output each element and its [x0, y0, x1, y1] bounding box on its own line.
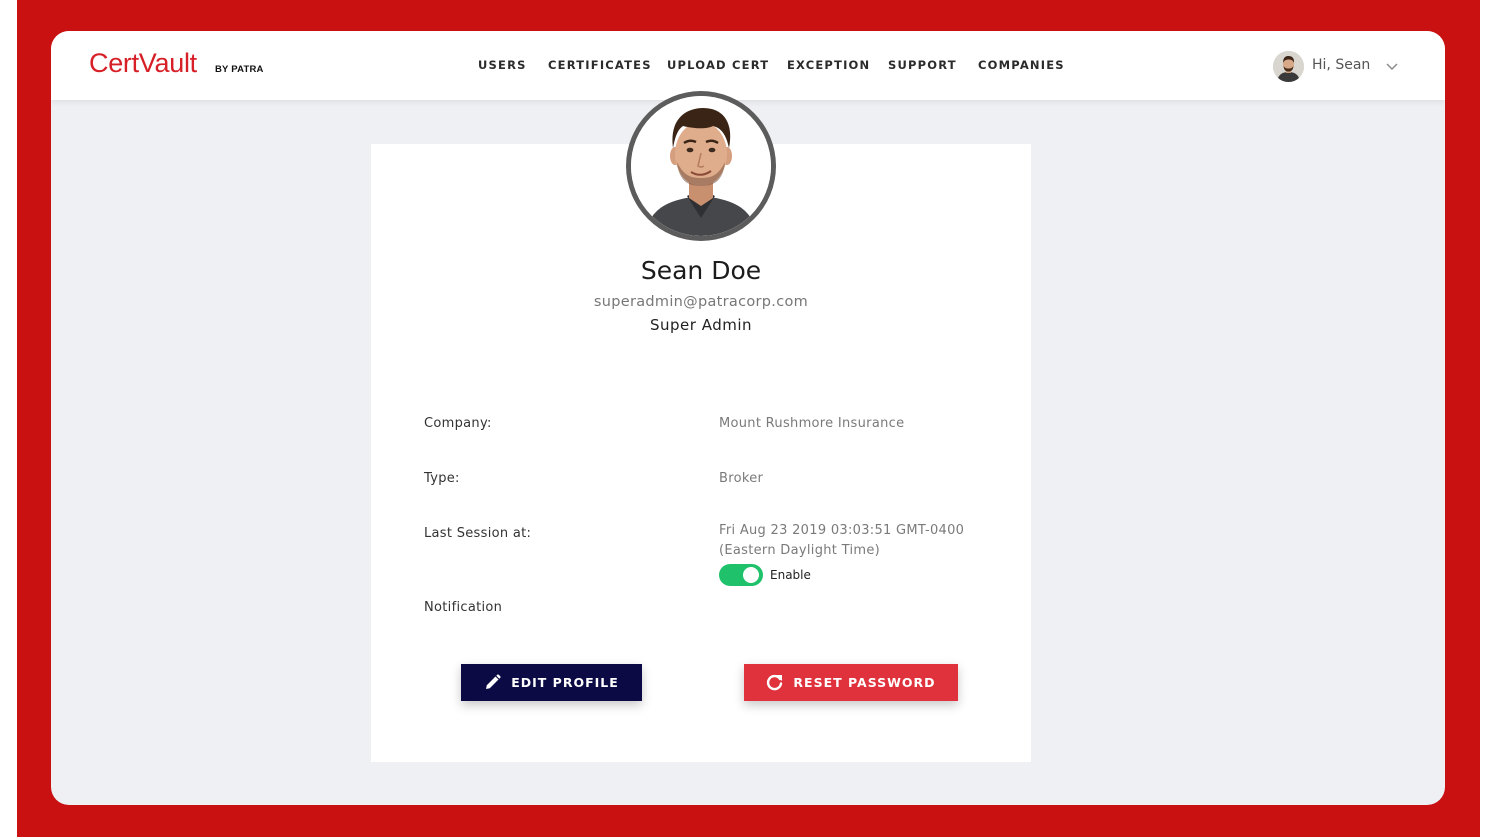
nav-companies[interactable]: COMPANIES: [978, 58, 1065, 72]
brand-byline: BY PATRA: [215, 64, 264, 75]
refresh-icon: [767, 674, 783, 691]
company-value: Mount Rushmore Insurance: [719, 416, 905, 431]
nav-upload-cert[interactable]: UPLOAD CERT: [667, 58, 769, 72]
type-label: Type:: [424, 471, 460, 486]
nav-support[interactable]: SUPPORT: [888, 58, 957, 72]
chevron-down-icon[interactable]: [1385, 59, 1399, 73]
nav-certificates[interactable]: CERTIFICATES: [548, 58, 652, 72]
last-session-value-line1: Fri Aug 23 2019 03:03:51 GMT-0400: [719, 523, 965, 538]
edit-profile-button[interactable]: EDIT PROFILE: [461, 664, 642, 701]
toggle-knob: [743, 567, 759, 583]
profile-name: Sean Doe: [640, 256, 762, 285]
profile-photo: [626, 91, 776, 241]
profile-email: superadmin@patracorp.com: [593, 294, 809, 310]
user-greeting: Hi, Sean: [1312, 57, 1371, 73]
type-value: Broker: [719, 471, 764, 486]
last-session-value-line2: (Eastern Daylight Time): [719, 543, 881, 558]
notification-toggle-label: Enable: [770, 568, 811, 582]
nav-users[interactable]: USERS: [478, 58, 527, 72]
notification-toggle[interactable]: [719, 564, 763, 586]
nav-exception[interactable]: EXCEPTION: [787, 58, 870, 72]
company-label: Company:: [424, 416, 492, 431]
top-navbar: CertVault BY PATRA USERS CERTIFICATES UP…: [51, 31, 1445, 100]
reset-password-label: RESET PASSWORD: [793, 675, 936, 690]
profile-role: Super Admin: [649, 316, 753, 334]
pencil-icon: [486, 674, 501, 689]
notification-label: Notification: [424, 600, 503, 615]
last-session-label: Last Session at:: [424, 526, 532, 541]
brand-logo[interactable]: CertVault: [89, 48, 197, 79]
edit-profile-label: EDIT PROFILE: [511, 675, 619, 690]
user-menu[interactable]: Hi, Sean: [1273, 51, 1403, 83]
reset-password-button[interactable]: RESET PASSWORD: [744, 664, 958, 701]
user-avatar[interactable]: [1273, 51, 1304, 82]
